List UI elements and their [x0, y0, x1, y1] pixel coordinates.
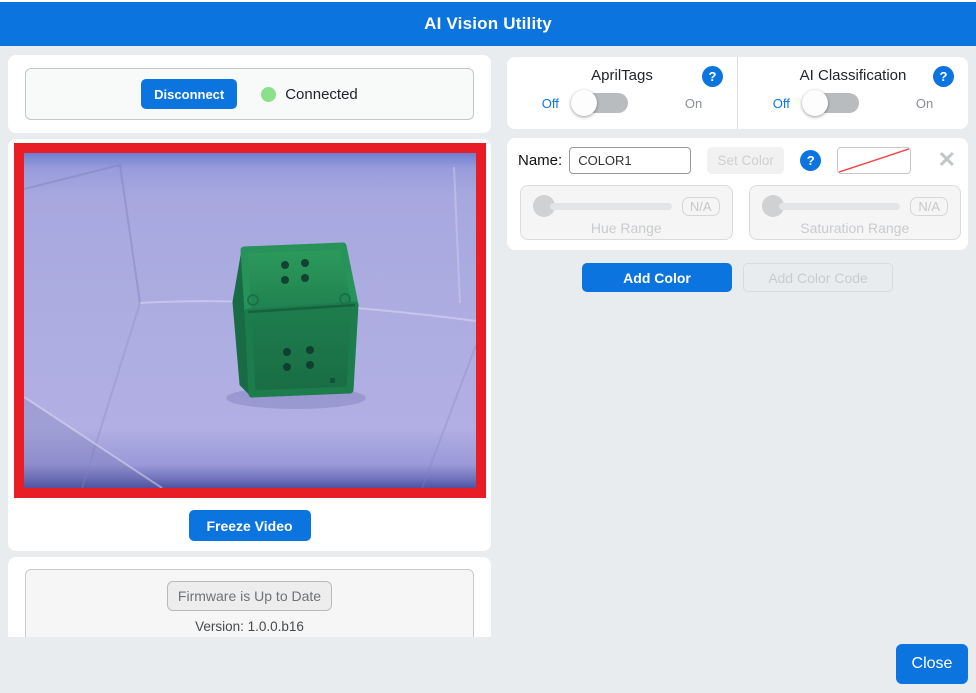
- saturation-slider-track[interactable]: [778, 202, 901, 210]
- ai-classification-on-label: On: [915, 95, 934, 111]
- app-header: AI Vision Utility: [0, 0, 976, 46]
- app-footer: Close: [0, 637, 976, 693]
- video-card: Freeze Video: [8, 139, 491, 551]
- saturation-range-label: Saturation Range: [800, 220, 910, 236]
- connected-status-dot: [261, 86, 277, 102]
- apriltags-toggle[interactable]: [570, 90, 628, 116]
- hue-range-label: Hue Range: [590, 220, 662, 236]
- video-scene-green-cube: [24, 153, 476, 488]
- set-color-help-icon[interactable]: ?: [800, 149, 822, 171]
- ai-classification-section: AI Classification ? Off On: [738, 57, 968, 129]
- color-editor-card: Name: Set Color ? ✕ N/A Hue Range N/A Sa…: [507, 138, 968, 250]
- saturation-range-panel: N/A Saturation Range: [748, 185, 961, 240]
- saturation-value-badge: N/A: [910, 196, 948, 216]
- freeze-video-button[interactable]: Freeze Video: [188, 510, 311, 541]
- add-color-code-button[interactable]: Add Color Code: [743, 263, 893, 292]
- close-button[interactable]: Close: [896, 644, 968, 684]
- hue-range-panel: N/A Hue Range: [520, 185, 733, 240]
- connection-status-box: Disconnect Connected: [25, 68, 474, 120]
- remove-color-icon[interactable]: ✕: [938, 149, 956, 171]
- apriltags-help-icon[interactable]: ?: [702, 66, 723, 87]
- page-title: AI Vision Utility: [424, 14, 552, 33]
- connection-card: Disconnect Connected: [8, 55, 491, 133]
- color-name-input[interactable]: [569, 146, 692, 174]
- connection-status: Connected: [261, 86, 358, 103]
- set-color-button[interactable]: Set Color: [707, 146, 785, 174]
- color-name-row: Name: Set Color ? ✕: [518, 146, 958, 174]
- apriltags-off-label: Off: [541, 95, 559, 111]
- disconnect-button[interactable]: Disconnect: [141, 79, 238, 109]
- firmware-version-label: Version: 1.0.0.b16: [195, 619, 304, 634]
- ai-classification-help-icon[interactable]: ?: [933, 66, 954, 87]
- apriltags-section: AprilTags ? Off On: [507, 57, 738, 129]
- color-name-label: Name:: [518, 151, 563, 169]
- camera-video-feed[interactable]: [14, 143, 486, 498]
- ai-classification-toggle-knob: [801, 90, 828, 116]
- saturation-range-slider: N/A: [761, 195, 948, 217]
- apriltags-toggle-knob: [570, 90, 597, 116]
- hue-slider-track[interactable]: [550, 202, 672, 210]
- color-swatch-empty: [837, 146, 912, 174]
- detection-toggles-card: AprilTags ? Off On AI Classification ? O…: [507, 57, 968, 129]
- color-sliders-row: N/A Hue Range N/A Saturation Range: [520, 185, 961, 240]
- connected-status-label: Connected: [285, 85, 358, 103]
- apriltags-toggle-row: Off On: [507, 90, 737, 116]
- ai-classification-off-label: Off: [772, 95, 790, 111]
- add-color-button[interactable]: Add Color: [582, 263, 732, 292]
- firmware-status-button[interactable]: Firmware is Up to Date: [167, 581, 332, 611]
- hue-range-slider: N/A: [533, 195, 720, 217]
- hue-value-badge: N/A: [681, 196, 720, 216]
- ai-classification-toggle[interactable]: [801, 90, 859, 116]
- apriltags-on-label: On: [684, 95, 703, 111]
- ai-classification-toggle-row: Off On: [738, 90, 968, 116]
